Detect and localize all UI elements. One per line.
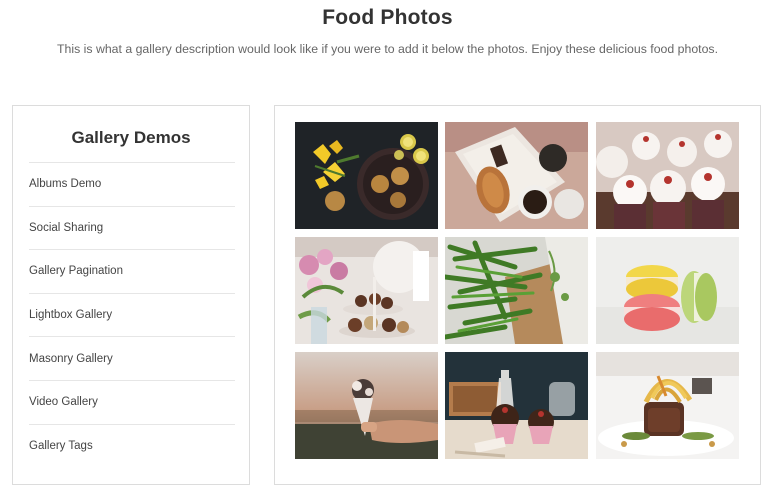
- sidebar-item-social-sharing[interactable]: Social Sharing: [29, 205, 235, 250]
- cupcakes-photo[interactable]: [596, 122, 739, 229]
- green-beans-photo[interactable]: [445, 237, 588, 344]
- sidebar-item-video-gallery[interactable]: Video Gallery: [29, 379, 235, 424]
- gallery-description: This is what a gallery description would…: [57, 42, 718, 56]
- macarons-photo[interactable]: [596, 237, 739, 344]
- sidebar-item-albums-demo[interactable]: Albums Demo: [29, 162, 235, 206]
- chocolate-cupcakes-photo[interactable]: [445, 352, 588, 459]
- sidebar-item-masonry-gallery[interactable]: Masonry Gallery: [29, 336, 235, 380]
- sidebar-item-gallery-tags[interactable]: Gallery Tags: [29, 423, 235, 468]
- sidebar-item-lightbox-gallery[interactable]: Lightbox Gallery: [29, 292, 235, 337]
- sidebar-item-gallery-pagination[interactable]: Gallery Pagination: [29, 249, 235, 293]
- ice-cream-cone-photo[interactable]: [295, 352, 438, 459]
- croissant-and-coffee-photo[interactable]: [445, 122, 588, 229]
- sidebar-title: Gallery Demos: [71, 128, 191, 147]
- photo-gallery-grid: [274, 105, 761, 485]
- plated-dish-photo[interactable]: [596, 352, 739, 459]
- flowers-and-dessert-stand-photo[interactable]: [295, 237, 438, 344]
- page-title: Food Photos: [322, 6, 453, 29]
- cookies-and-lemons-photo[interactable]: [295, 122, 438, 229]
- sidebar-menu: Albums Demo Social Sharing Gallery Pagin…: [29, 162, 235, 467]
- gallery-demos-sidebar: Gallery Demos Albums Demo Social Sharing…: [12, 105, 250, 485]
